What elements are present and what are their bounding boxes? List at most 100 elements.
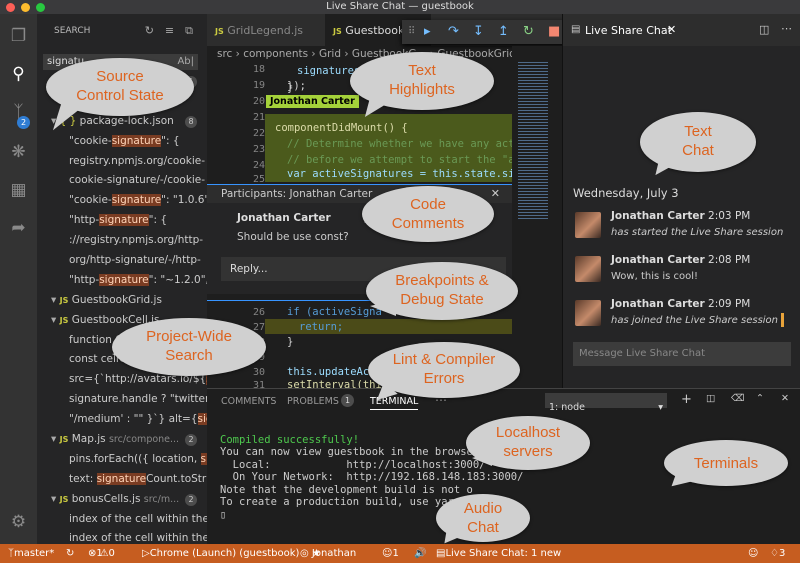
chat-message-text: has joined the Live Share session: [611, 315, 779, 326]
match-highlight: sign: [197, 413, 207, 426]
search-result-match[interactable]: registry.npmjs.org/cookie-: [37, 152, 207, 172]
minimap-content: [518, 60, 548, 220]
trash-icon[interactable]: ⌫: [731, 393, 744, 404]
search-result-match[interactable]: pins.forEach(({ location, si: [37, 450, 207, 470]
code-line: componentDidMount() {: [275, 122, 408, 134]
maximize-panel-icon[interactable]: ⌃: [756, 393, 764, 404]
search-result-match[interactable]: "/medium' : "" }`} alt={sign: [37, 410, 207, 430]
warning-count: 0: [108, 548, 115, 559]
match-text: "/medium' : "" }`} alt={: [69, 413, 198, 426]
live-share-icon[interactable]: ➦: [8, 218, 29, 239]
search-result-match[interactable]: "cookie-signature": "1.0.6",: [37, 191, 207, 211]
close-icon[interactable]: ✕: [491, 187, 500, 200]
chat-message-input[interactable]: Message Live Share Chat: [573, 342, 791, 366]
file-path: src/compone...: [108, 434, 180, 446]
drag-handle-icon[interactable]: ⠿: [408, 20, 415, 44]
search-icon[interactable]: ⚲: [8, 64, 29, 85]
tab-gridlegend[interactable]: JS GridLegend.js: [215, 14, 303, 46]
search-result-match[interactable]: index of the cell within the: [37, 510, 207, 530]
comment-body: Should be use const?: [237, 231, 349, 243]
match-count: 2: [185, 493, 197, 506]
refresh-icon[interactable]: ↻: [145, 24, 154, 37]
participant-count: 1: [392, 548, 399, 559]
audio-icon[interactable]: 🔊: [414, 544, 426, 563]
code-line: }: [287, 82, 294, 94]
search-result-match[interactable]: "http-signature": "~1.2.0",: [37, 271, 207, 291]
close-panel-icon[interactable]: ✕: [781, 393, 789, 404]
terminal-select[interactable]: 1: node ▾: [545, 393, 667, 413]
step-into-icon[interactable]: ↧: [473, 20, 484, 44]
search-result-match[interactable]: text: signatureCount.toStri: [37, 470, 207, 490]
search-result-match[interactable]: ://registry.npmjs.org/http-: [37, 231, 207, 251]
extensions-icon[interactable]: ▦: [8, 180, 29, 201]
search-result-file[interactable]: ▾ JS bonusCells.js src/m... 2: [37, 490, 207, 510]
debug-icon[interactable]: ❋: [8, 142, 29, 163]
split-terminal-icon[interactable]: ◫: [706, 393, 715, 404]
restart-icon[interactable]: ↻: [523, 20, 534, 44]
gear-icon[interactable]: ⚙: [8, 512, 29, 533]
participants-status[interactable]: ☺ 1: [382, 544, 399, 563]
step-over-icon[interactable]: ↷: [448, 20, 459, 44]
chat-status[interactable]: ▤ Live Share Chat: 1 new: [436, 544, 561, 563]
close-window-button[interactable]: [6, 3, 15, 12]
code-line: if (activeSigna: [287, 306, 382, 318]
minimize-window-button[interactable]: [21, 3, 30, 12]
search-result-match[interactable]: org/http-signature/-/http-: [37, 251, 207, 271]
live-share-user[interactable]: ◎ Jonathan ★: [300, 544, 356, 563]
step-out-icon[interactable]: ↥: [498, 20, 509, 44]
match-text: text:: [69, 472, 97, 485]
chat-tab-label[interactable]: Live Share Chat: [585, 24, 672, 37]
explorer-icon[interactable]: ❐: [8, 26, 29, 47]
split-editor-icon[interactable]: ◫: [759, 23, 769, 36]
search-result-match[interactable]: cookie-signature/-/cookie-: [37, 171, 207, 191]
file-type-icon: JS: [59, 494, 69, 504]
tab-comments[interactable]: COMMENTS: [221, 396, 276, 407]
debug-toolbar: ⠿ ▸ ↷ ↧ ↥ ↻ ■: [402, 20, 570, 44]
tab-problems[interactable]: PROBLEMS: [287, 396, 339, 407]
search-result-file[interactable]: ▾ JS GuestbookGrid.js: [37, 291, 207, 311]
terminal-line: On Your Network: http://192.168.148.183:…: [220, 471, 524, 483]
debug-status[interactable]: ▷ Chrome (Launch) (guestbook): [142, 544, 299, 563]
match-text: signature.handle ? "twitter/: [69, 393, 207, 406]
line-number: 24: [252, 160, 265, 171]
search-result-match[interactable]: "http-signature": {: [37, 211, 207, 231]
collapse-all-icon[interactable]: ⧉: [185, 24, 193, 37]
notifications-status[interactable]: ♢ 3: [770, 544, 785, 563]
search-result-match[interactable]: index of the cell within the: [37, 529, 207, 544]
clear-results-icon[interactable]: ≡: [165, 24, 174, 37]
problems-status[interactable]: ⊗ 1 ⚠ 0: [88, 544, 115, 563]
breadcrumb-item[interactable]: Grid: [319, 48, 341, 60]
match-case-toggle[interactable]: Ab|: [177, 54, 194, 70]
chat-message-header: Jonathan Carter 2:08 PM: [611, 254, 751, 266]
chat-tab-bar: ▤ Live Share Chat ✕ ◫ ⋯: [563, 14, 800, 46]
add-terminal-icon[interactable]: +: [681, 392, 692, 407]
match-text: ://registry.npmjs.org/http-: [69, 234, 204, 247]
chevron-down-icon: ▾: [51, 293, 57, 306]
line-number: 21: [252, 112, 265, 123]
sync-icon[interactable]: ↻: [66, 544, 74, 563]
more-actions-icon[interactable]: ⋯: [781, 22, 792, 35]
continue-icon[interactable]: ▸: [424, 20, 431, 44]
branch-status[interactable]: ᛉ master*: [8, 544, 54, 563]
close-icon[interactable]: ✕: [667, 23, 676, 36]
stop-icon[interactable]: ■: [548, 20, 560, 44]
maximize-window-button[interactable]: [36, 3, 45, 12]
debug-config: Chrome (Launch) (guestbook): [149, 548, 300, 559]
line-number: 26: [252, 307, 265, 318]
file-name: bonusCells.js: [71, 492, 141, 505]
callout-text: Text Highlights: [389, 62, 455, 98]
chat-message-header: Jonathan Carter 2:09 PM: [611, 298, 751, 310]
user-name: Jonathan: [311, 548, 357, 559]
minimap[interactable]: [512, 46, 562, 386]
breadcrumb-item[interactable]: src: [217, 48, 232, 60]
breadcrumb-item[interactable]: components: [243, 48, 308, 60]
chat-message-text: has started the Live Share session: [611, 227, 784, 238]
branch-name: master*: [14, 548, 55, 559]
search-result-file[interactable]: ▾ JS Map.js src/compone... 2: [37, 430, 207, 450]
callout-tail: [472, 452, 492, 466]
search-result-match[interactable]: signature.handle ? "twitter/: [37, 390, 207, 410]
file-type-icon: JS: [59, 295, 69, 305]
feedback-icon[interactable]: ☺: [748, 544, 758, 563]
unread-marker: [781, 313, 784, 327]
callout-text: Terminals: [693, 455, 759, 472]
